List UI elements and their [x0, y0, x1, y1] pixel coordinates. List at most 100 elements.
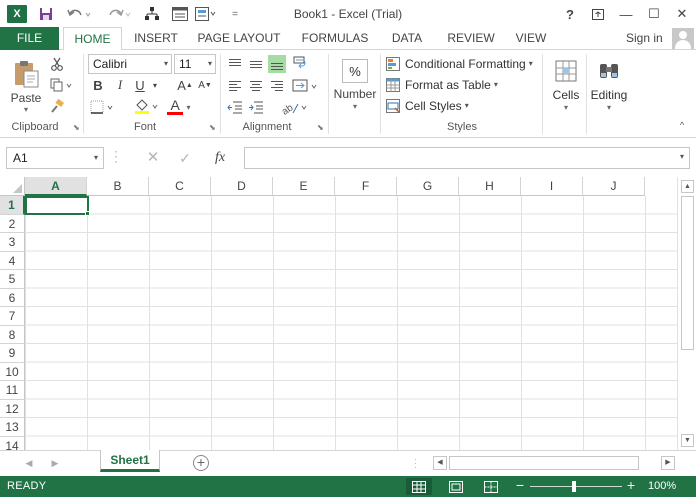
formula-bar-resize-handle[interactable]: · · · — [114, 145, 120, 167]
decrease-indent-button[interactable] — [226, 98, 244, 116]
ribbon-display-options-button[interactable] — [584, 3, 612, 25]
font-color-button[interactable]: A ▾ — [164, 97, 194, 116]
tab-data[interactable]: DATA — [384, 27, 430, 50]
tab-page-layout[interactable]: PAGE LAYOUT — [193, 27, 285, 50]
horizontal-scrollbar[interactable]: ◀ ▶ — [433, 456, 675, 471]
cut-button[interactable] — [48, 55, 66, 73]
clipboard-launcher-icon[interactable]: ⬊ — [73, 123, 82, 132]
next-sheet-icon[interactable]: ▶ — [48, 456, 62, 470]
horizontal-scroll-thumb[interactable] — [449, 456, 639, 470]
align-left-button[interactable] — [226, 77, 244, 95]
paste-button[interactable]: Paste ▾ — [6, 54, 46, 118]
new-sheet-button[interactable]: + — [193, 455, 209, 471]
column-header[interactable]: D — [211, 177, 273, 196]
row-header[interactable]: 1 — [0, 196, 25, 215]
align-center-button[interactable] — [247, 77, 265, 95]
vertical-scroll-thumb[interactable] — [681, 196, 694, 350]
active-cell[interactable] — [25, 196, 89, 215]
view-button[interactable] — [194, 4, 218, 24]
zoom-slider[interactable] — [530, 486, 622, 487]
previous-sheet-icon[interactable]: ◀ — [22, 456, 36, 470]
increase-font-size-button[interactable]: A ▲ — [176, 76, 194, 94]
column-header[interactable]: B — [87, 177, 149, 196]
font-size-select[interactable]: 11 ▾ — [174, 54, 216, 74]
wrap-text-button[interactable] — [292, 55, 310, 73]
bottom-align-button[interactable] — [268, 55, 286, 73]
underline-button[interactable]: U — [131, 76, 149, 94]
tab-view[interactable]: VIEW — [508, 27, 554, 50]
column-header[interactable]: A — [25, 177, 87, 196]
conditional-formatting-button[interactable]: Conditional Formatting ▾ — [386, 54, 533, 73]
minimize-button[interactable]: — — [612, 3, 640, 25]
formula-input[interactable]: ▾ — [244, 147, 690, 169]
row-header[interactable]: 5 — [0, 270, 25, 289]
cell-area[interactable] — [25, 196, 677, 450]
column-header[interactable]: E — [273, 177, 335, 196]
customize-quick-access-button[interactable]: = — [228, 4, 242, 24]
row-header[interactable]: 8 — [0, 325, 25, 344]
alignment-launcher-icon[interactable]: ⬊ — [317, 123, 326, 132]
undo-button[interactable] — [64, 4, 94, 24]
column-header[interactable]: H — [459, 177, 521, 196]
redo-button[interactable] — [104, 4, 134, 24]
align-right-button[interactable] — [268, 77, 286, 95]
top-align-button[interactable] — [226, 55, 244, 73]
borders-button[interactable] — [89, 98, 117, 116]
tab-insert[interactable]: INSERT — [128, 27, 184, 50]
tree-button[interactable] — [142, 4, 162, 24]
normal-view-button[interactable] — [406, 478, 432, 495]
fill-handle[interactable] — [85, 211, 90, 216]
select-all-button[interactable] — [0, 177, 25, 196]
format-as-table-button[interactable]: Format as Table ▾ — [386, 75, 498, 94]
insert-function-button[interactable]: fx — [208, 147, 232, 169]
row-header[interactable]: 12 — [0, 399, 25, 418]
format-painter-button[interactable] — [48, 97, 66, 115]
increase-indent-button[interactable] — [247, 98, 265, 116]
scroll-up-icon[interactable]: ▲ — [681, 180, 694, 193]
orientation-button[interactable]: ab — [280, 98, 308, 116]
row-header[interactable]: 11 — [0, 381, 25, 400]
copy-button[interactable] — [48, 76, 76, 94]
tab-formulas[interactable]: FORMULAS — [295, 27, 375, 50]
enter-entry-button[interactable]: ✓ — [175, 147, 195, 169]
zoom-out-button[interactable]: − — [514, 477, 526, 493]
close-button[interactable]: ✕ — [668, 3, 696, 25]
row-header[interactable]: 13 — [0, 418, 25, 437]
excel-logo-icon[interactable]: X — [7, 5, 27, 23]
maximize-button[interactable]: ☐ — [640, 3, 668, 25]
scroll-left-icon[interactable]: ◀ — [433, 456, 447, 470]
vertical-scrollbar[interactable]: ▲ ▼ — [677, 177, 696, 450]
tab-file[interactable]: FILE — [0, 27, 59, 50]
zoom-slider-thumb[interactable] — [572, 481, 576, 492]
row-header[interactable]: 9 — [0, 344, 25, 363]
column-header[interactable]: J — [583, 177, 645, 196]
zoom-in-button[interactable]: + — [625, 477, 637, 493]
italic-button[interactable]: I — [111, 76, 129, 94]
expand-formula-bar-icon[interactable]: ▾ — [680, 152, 684, 161]
collapse-ribbon-icon[interactable]: ^ — [680, 120, 692, 132]
row-header[interactable]: 3 — [0, 233, 25, 252]
editing-button[interactable]: Editing ▾ — [588, 54, 630, 116]
middle-align-button[interactable] — [247, 55, 265, 73]
sheet-tab-sheet1[interactable]: Sheet1 — [100, 450, 160, 472]
column-header[interactable]: F — [335, 177, 397, 196]
help-button[interactable]: ? — [556, 3, 584, 25]
font-name-select[interactable]: Calibri ▾ — [88, 54, 172, 74]
row-header[interactable]: 14 — [0, 436, 25, 450]
zoom-level[interactable]: 100% — [648, 480, 676, 492]
row-header[interactable]: 10 — [0, 362, 25, 381]
row-header[interactable]: 7 — [0, 307, 25, 326]
font-launcher-icon[interactable]: ⬊ — [209, 123, 218, 132]
merge-center-button[interactable] — [292, 77, 320, 95]
user-avatar-icon[interactable] — [672, 28, 694, 49]
fill-color-button[interactable] — [133, 98, 161, 116]
cells-button[interactable]: Cells ▾ — [548, 54, 584, 116]
save-button[interactable] — [36, 4, 56, 24]
cancel-entry-button[interactable]: ✕ — [143, 147, 163, 169]
cell-styles-button[interactable]: Cell Styles ▾ — [386, 96, 469, 115]
bold-button[interactable]: B — [89, 76, 107, 94]
decrease-font-size-button[interactable]: A ▼ — [196, 76, 214, 94]
page-break-preview-button[interactable] — [478, 478, 504, 495]
form-button[interactable] — [170, 4, 190, 24]
tab-review[interactable]: REVIEW — [442, 27, 500, 50]
